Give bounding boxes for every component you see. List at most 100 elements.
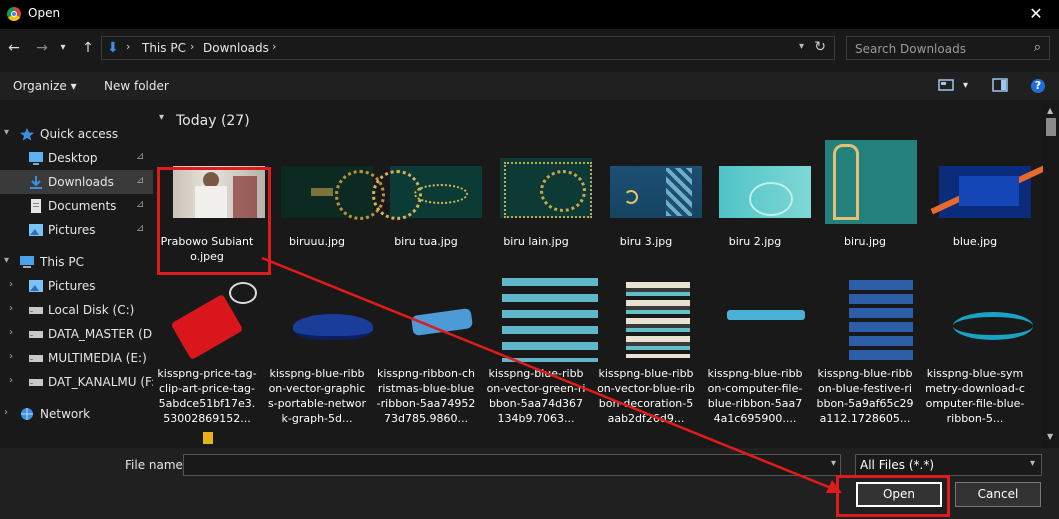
sidebar-item-label: DATA_MASTER (D:) [48, 327, 161, 341]
sidebar-item-label: Desktop [48, 151, 98, 165]
scroll-up-icon[interactable]: ▲ [1047, 106, 1053, 115]
expand-chevron-icon[interactable]: › [4, 407, 8, 418]
pin-icon: ⊿ [136, 175, 145, 186]
forward-button[interactable]: → [32, 38, 52, 58]
breadcrumb-this-pc[interactable]: This PC [142, 41, 186, 55]
search-icon[interactable]: ⌕ [1034, 40, 1041, 55]
sidebar-item-desktop[interactable]: Desktop ⊿ [0, 146, 153, 170]
file-thumbnail [592, 140, 702, 232]
file-name-label: kisspng-blue-ribbon-vector-graphics-port… [267, 367, 367, 425]
sidebar-item-pictures[interactable]: Pictures ⊿ [0, 218, 153, 242]
file-thumbnail [482, 140, 592, 232]
file-thumbnail [372, 272, 480, 364]
file-name-label: biru 2.jpg [728, 235, 782, 248]
sidebar-item-quick-access[interactable]: ▾ Quick access [0, 122, 153, 146]
recent-locations-button[interactable]: ▾ [57, 38, 69, 58]
view-dropdown-button[interactable]: ▾ [963, 80, 968, 91]
chrome-app-icon [7, 7, 21, 21]
vertical-scrollbar[interactable]: ▲ ▼ [1043, 104, 1059, 448]
file-name-label: biru lain.jpg [503, 235, 569, 248]
expand-chevron-icon[interactable]: › [9, 375, 13, 386]
pin-icon: ⊿ [136, 223, 145, 234]
navigation-pane: ▾ Quick access Desktop ⊿ Downloads ⊿ Documents… [0, 104, 161, 448]
file-name-dropdown-icon[interactable]: ▾ [831, 458, 836, 469]
breadcrumb-downloads[interactable]: Downloads [203, 41, 269, 55]
file-thumbnail [263, 140, 385, 232]
sidebar-item-downloads[interactable]: Downloads ⊿ [0, 170, 153, 194]
file-thumbnail [701, 272, 809, 364]
sidebar-item-label: Quick access [40, 127, 119, 141]
file-thumbnail [701, 140, 811, 232]
search-input[interactable] [847, 37, 1027, 61]
refresh-icon[interactable]: ↻ [814, 39, 826, 55]
sidebar-item-dat-kanalmu-f[interactable]: › DAT_KANALMU (F:) [0, 370, 160, 394]
file-name-label: biruuu.jpg [289, 235, 345, 248]
file-name-label: biru.jpg [843, 235, 887, 248]
file-thumbnail [921, 140, 1043, 232]
file-thumbnail [592, 272, 700, 364]
sidebar-item-this-pc[interactable]: ▾ This PC [0, 250, 153, 274]
expand-chevron-icon[interactable]: › [9, 327, 13, 338]
sidebar-item-label: Pictures [48, 223, 96, 237]
file-thumbnail [263, 272, 373, 364]
drive-icon [28, 351, 44, 364]
title-bar: Open ✕ [0, 0, 1059, 29]
search-box[interactable]: ⌕ [846, 36, 1050, 61]
sidebar-item-label: Documents [48, 199, 117, 213]
sidebar-item-label: Pictures [48, 279, 96, 293]
group-header-today[interactable]: Today (27) [176, 113, 250, 129]
pin-icon: ⊿ [136, 199, 145, 210]
next-row-thumbnails [203, 432, 213, 444]
preview-pane-icon[interactable] [992, 78, 1008, 92]
desktop-icon [28, 151, 44, 165]
sidebar-item-data-master-d[interactable]: › DATA_MASTER (D:) [0, 322, 161, 346]
sidebar-item-multimedia-e[interactable]: › MULTIMEDIA (E:) [0, 346, 153, 370]
expand-chevron-icon[interactable]: › [9, 303, 13, 314]
expand-chevron-icon[interactable]: › [9, 279, 13, 290]
expand-chevron-icon[interactable]: ▾ [4, 255, 9, 266]
file-thumbnail [153, 272, 261, 364]
sidebar-item-label: Network [40, 407, 91, 421]
sidebar-item-label: This PC [40, 255, 84, 269]
computer-icon [19, 255, 35, 268]
sidebar-item-pictures[interactable]: › Pictures [0, 274, 153, 298]
file-type-select[interactable]: All Files (*.*) ▾ [855, 454, 1042, 476]
close-button[interactable]: ✕ [1013, 0, 1059, 29]
open-button[interactable]: Open [856, 482, 942, 507]
file-name-label: kisspng-blue-symmetry-download-computer-… [925, 367, 1025, 425]
address-dropdown-button[interactable]: ▾ [799, 41, 804, 52]
breadcrumb-separator: › [190, 40, 195, 53]
file-name-label: kisspng-blue-ribbon-vector-green-ribbon-… [486, 367, 586, 425]
file-list-view: ▾ Today (27) Prabowo Subianto.jpeg biruuu… [153, 104, 1043, 448]
window-title: Open [28, 6, 61, 20]
scrollbar-thumb[interactable] [1046, 118, 1056, 136]
cancel-button[interactable]: Cancel [955, 482, 1041, 507]
help-icon[interactable]: ? [1031, 79, 1045, 93]
chevron-down-icon: ▾ [1029, 458, 1035, 469]
file-thumbnail [921, 272, 1033, 364]
up-button[interactable]: ↑ [78, 38, 98, 58]
organize-button[interactable]: Organize ▾ [13, 79, 77, 93]
change-view-icon[interactable] [938, 78, 954, 92]
file-type-value: All Files (*.*) [860, 458, 935, 472]
pictures-icon [28, 279, 44, 292]
group-collapse-icon[interactable]: ▾ [159, 112, 164, 123]
network-icon [19, 407, 35, 420]
back-button[interactable]: ← [4, 38, 24, 58]
star-icon [19, 127, 35, 141]
new-folder-button[interactable]: New folder [104, 79, 169, 93]
file-name-input[interactable] [184, 455, 818, 477]
file-name-field[interactable]: ▾ [183, 454, 841, 477]
scroll-down-icon[interactable]: ▼ [1047, 432, 1053, 441]
drive-icon [28, 303, 44, 316]
expand-chevron-icon[interactable]: ▾ [4, 127, 9, 138]
address-bar[interactable]: ⬇ › This PC › Downloads › ▾ ↻ [101, 36, 835, 60]
pictures-icon [28, 223, 44, 236]
sidebar-item-label: DAT_KANALMU (F:) [48, 375, 160, 389]
expand-chevron-icon[interactable]: › [9, 351, 13, 362]
file-name-label: blue.jpg [952, 235, 998, 248]
file-name-label: kisspng-blue-ribbon-blue-festive-ribbon-… [816, 367, 914, 425]
sidebar-item-network[interactable]: › Network [0, 402, 153, 426]
sidebar-item-local-disk-c[interactable]: › Local Disk (C:) [0, 298, 153, 322]
sidebar-item-documents[interactable]: Documents ⊿ [0, 194, 153, 218]
